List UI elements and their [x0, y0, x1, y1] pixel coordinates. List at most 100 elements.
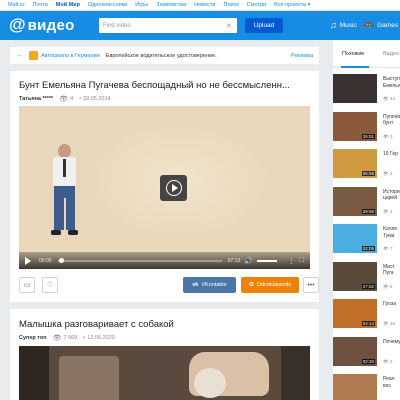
- comment-button[interactable]: ▭: [19, 277, 35, 293]
- related-video-views: 👁 6: [383, 284, 392, 290]
- video-author[interactable]: Супер топ: [19, 335, 47, 341]
- related-video-title[interactable]: История царей: [383, 189, 400, 209]
- portal-link-watch[interactable]: Смотри: [247, 2, 266, 8]
- related-video-thumbnail[interactable]: 28:58: [333, 186, 377, 216]
- progress-bar[interactable]: [57, 257, 222, 263]
- player-controls: 00:00 07:13 🔊 ⋮ ⛶: [19, 252, 310, 269]
- share-ok-label: Odnoklassniki: [256, 282, 291, 288]
- eye-icon: 👁: [59, 96, 69, 103]
- video-meta: Татьяна ***** 👁 4 • 29.05.2014: [19, 95, 111, 103]
- related-video-item[interactable]: 27:02 Мист Пуга 👁 6: [333, 261, 400, 294]
- eye-icon: 👁: [383, 171, 390, 176]
- music-link[interactable]: ♫ Music: [330, 20, 357, 30]
- portal-link-mailru[interactable]: Mail.ru: [8, 2, 25, 8]
- related-video-thumbnail[interactable]: 27:02: [333, 261, 377, 291]
- related-video-item[interactable]: 26:01 Пугачёвский бунт👁 3: [333, 111, 400, 144]
- related-video-view-count: 2: [389, 358, 393, 364]
- related-video-view-count: 2: [389, 171, 393, 176]
- related-video-views: 👁 3: [383, 134, 392, 140]
- ok-icon: ✪: [249, 282, 254, 288]
- share-vk-label: VKontakte: [201, 282, 227, 288]
- related-video-title[interactable]: Почему: [383, 339, 400, 359]
- related-video-thumbnail[interactable]: [333, 74, 377, 103]
- related-video-title[interactable]: Гроза: [383, 301, 400, 321]
- related-video-title[interactable]: Реал вос: [383, 376, 400, 396]
- video-actions: ▭ ♡ vk VKontakte ✪ Odnoklassniki •••: [19, 277, 319, 293]
- fullscreen-icon[interactable]: ⛶: [299, 257, 304, 265]
- tab-similar[interactable]: Похожие: [342, 51, 364, 57]
- control-play-icon[interactable]: [25, 256, 31, 265]
- portal-link-all-projects[interactable]: Все проекты ▾: [274, 2, 310, 8]
- share-vk-button[interactable]: vk VKontakte: [183, 277, 236, 293]
- more-options-button[interactable]: •••: [303, 277, 319, 293]
- related-video-item[interactable]: 02:05 Колле Тума 👁 7: [333, 224, 400, 256]
- related-video-thumbnail[interactable]: [333, 374, 377, 400]
- video-player[interactable]: 00:00 07:13 🔊 ⋮ ⛶: [19, 106, 310, 269]
- arrow-left-icon[interactable]: ←: [16, 52, 23, 59]
- site-header: @ видео Find video ✕ Upload ♫ Music 🎮 Ga…: [0, 11, 400, 40]
- portal-link-games[interactable]: Игры: [135, 2, 148, 8]
- volume-icon[interactable]: 🔊: [244, 257, 253, 265]
- related-video-view-count: 44: [389, 96, 395, 101]
- progress-knob[interactable]: [59, 257, 65, 263]
- video-title[interactable]: Малышка разговаривает с собакой: [19, 319, 311, 330]
- related-video-title[interactable]: Колле Тума: [383, 226, 400, 246]
- related-video-title[interactable]: Выступление Емельян: [383, 76, 400, 96]
- volume-slider[interactable]: [256, 259, 277, 262]
- clear-icon[interactable]: ✕: [226, 22, 232, 30]
- related-video-views: 👁 7: [383, 246, 392, 252]
- music-label: Music: [339, 21, 357, 29]
- portal-link-news[interactable]: Новости: [194, 2, 215, 8]
- tab-video[interactable]: Видео: [383, 51, 399, 57]
- portal-link-dating[interactable]: Знакомства: [156, 2, 186, 8]
- upload-button[interactable]: Upload: [245, 18, 283, 33]
- related-video-title[interactable]: Мист Пуга: [383, 264, 400, 284]
- related-video-duration: 27:02: [361, 283, 375, 289]
- related-video-item[interactable]: 28:58 История царей👁 1: [333, 186, 400, 219]
- video-card: Бунт Емельяна Пугачева беспощадный но не…: [10, 71, 319, 302]
- music-icon: ♫: [330, 20, 337, 30]
- related-video-views: 👁 15: [383, 321, 395, 327]
- related-video-view-count: 3: [389, 133, 393, 139]
- ad-strip[interactable]: ← Автошкола в Германии Европейское водит…: [10, 47, 319, 64]
- logo-word: видео: [27, 16, 75, 34]
- related-video-item[interactable]: Реал вос: [333, 374, 400, 400]
- video-card: Малышка разговаривает с собакой Супер то…: [10, 309, 319, 400]
- video-title[interactable]: Бунт Емельяна Пугачева беспощадный но не…: [19, 80, 311, 91]
- related-video-thumbnail[interactable]: 02:05: [333, 224, 377, 253]
- comment-icon: ▭: [23, 282, 31, 289]
- related-video-item[interactable]: 06:58 19 Гер 👁 2: [333, 149, 400, 181]
- related-video-title[interactable]: Пугачёвский бунт: [383, 114, 400, 134]
- games-link[interactable]: 🎮 Games: [363, 20, 398, 31]
- eye-icon: 👁: [383, 321, 390, 326]
- related-video-thumbnail[interactable]: 04:14: [333, 299, 377, 328]
- settings-icon[interactable]: ⋮: [288, 257, 295, 265]
- portal-link-my-world[interactable]: Мой Мир: [56, 2, 80, 8]
- related-video-item[interactable]: Выступление Емельян👁 44: [333, 74, 400, 106]
- related-video-thumbnail[interactable]: 26:01: [333, 111, 377, 141]
- play-overlay-button[interactable]: [160, 175, 187, 201]
- video-player[interactable]: [19, 346, 310, 400]
- portal-link-search[interactable]: Поиск: [223, 2, 238, 8]
- ad-logo: [29, 51, 38, 60]
- related-video-thumbnail[interactable]: 06:58: [333, 149, 377, 178]
- video-author[interactable]: Татьяна *****: [19, 96, 53, 102]
- related-video-duration: 02:05: [361, 246, 375, 251]
- related-video-title[interactable]: 19 Гер: [383, 151, 400, 171]
- gamepad-icon: 🎮: [363, 20, 375, 30]
- ad-brand[interactable]: Автошкола в Германии: [41, 53, 100, 59]
- related-video-item[interactable]: 04:14 Гроза 👁 15: [333, 299, 400, 331]
- share-ok-button[interactable]: ✪ Odnoklassniki: [241, 277, 299, 293]
- search-input[interactable]: Find video ✕: [99, 18, 237, 33]
- related-video-item[interactable]: 02:20 Почему 👁 2: [333, 336, 400, 369]
- portal-nav: Mail.ru Почта Мой Мир Одноклассники Игры…: [0, 0, 400, 11]
- more-icon: •••: [307, 281, 315, 289]
- portal-link-ok[interactable]: Одноклассники: [88, 2, 127, 8]
- video-date: 13.06.2020: [87, 335, 115, 341]
- portal-link-mail[interactable]: Почта: [33, 2, 48, 8]
- related-video-duration: 26:01: [361, 133, 375, 139]
- like-button[interactable]: ♡: [42, 277, 58, 293]
- ad-text[interactable]: Европейское водительское удостоверение.: [106, 53, 291, 59]
- related-video-thumbnail[interactable]: 02:20: [333, 336, 377, 366]
- site-logo[interactable]: @ видео: [9, 16, 75, 34]
